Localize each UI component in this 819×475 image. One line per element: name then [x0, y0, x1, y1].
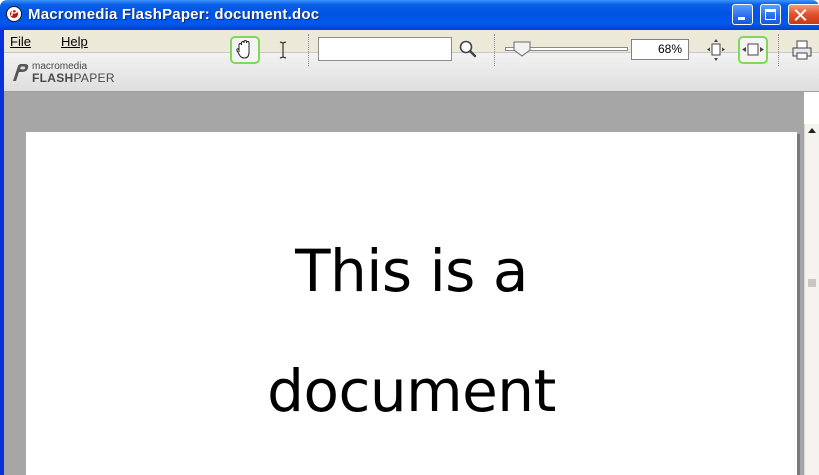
menu-help[interactable]: Help: [61, 34, 88, 49]
close-button[interactable]: [788, 4, 819, 25]
window-title: Macromedia FlashPaper: document.doc: [28, 6, 320, 23]
document-text-line: document: [267, 357, 556, 425]
slider-thumb-icon: [513, 41, 531, 57]
menu-file[interactable]: File: [10, 34, 31, 49]
search-input[interactable]: [318, 37, 452, 61]
maximize-button[interactable]: [760, 4, 781, 25]
flashpaper-icon[interactable]: P: [6, 6, 22, 22]
text-select-button[interactable]: [275, 36, 291, 64]
print-button[interactable]: [789, 38, 815, 62]
macromedia-flashpaper-logo: macromedia FLASHPAPER: [10, 61, 150, 85]
arrow-up-icon: [808, 128, 816, 133]
logo-flashpaper-text: FLASHPAPER: [32, 71, 115, 85]
hand-tool-button[interactable]: [230, 36, 260, 64]
vertical-scrollbar[interactable]: [804, 124, 819, 475]
toolbar-separator: [778, 34, 779, 66]
toolbar-separator: [494, 34, 495, 66]
search-button[interactable]: [457, 38, 479, 60]
flashpaper-logo-icon: [13, 64, 29, 81]
fit-page-button[interactable]: [704, 38, 728, 62]
scroll-up-button[interactable]: [805, 124, 819, 138]
toolbar-separator: [308, 34, 309, 66]
menu-file-label: File: [10, 34, 31, 49]
text-select-icon: [279, 41, 287, 59]
printer-icon: [792, 40, 812, 60]
fit-width-icon: [742, 43, 764, 56]
menu-help-label: Help: [61, 34, 88, 49]
logo-paper-text: PAPER: [73, 71, 115, 85]
fit-page-icon: [707, 39, 725, 61]
scrollbar-grip[interactable]: [808, 279, 816, 287]
hand-tool-icon: [236, 39, 250, 59]
minimize-button[interactable]: [732, 4, 753, 25]
magnifier-icon: [459, 40, 477, 58]
logo-flash-text: FLASH: [32, 71, 74, 85]
zoom-level-field[interactable]: 68%: [631, 39, 689, 60]
document-page: This is a document: [26, 132, 797, 475]
page-shadow: [797, 134, 800, 475]
document-viewport[interactable]: This is a document: [4, 92, 804, 475]
document-text-line: This is a: [295, 237, 528, 305]
title-bar[interactable]: P Macromedia FlashPaper: document.doc: [0, 0, 819, 30]
grip-lines-icon: [808, 279, 816, 287]
zoom-slider-thumb[interactable]: [512, 40, 532, 58]
fit-width-button[interactable]: [738, 36, 768, 64]
